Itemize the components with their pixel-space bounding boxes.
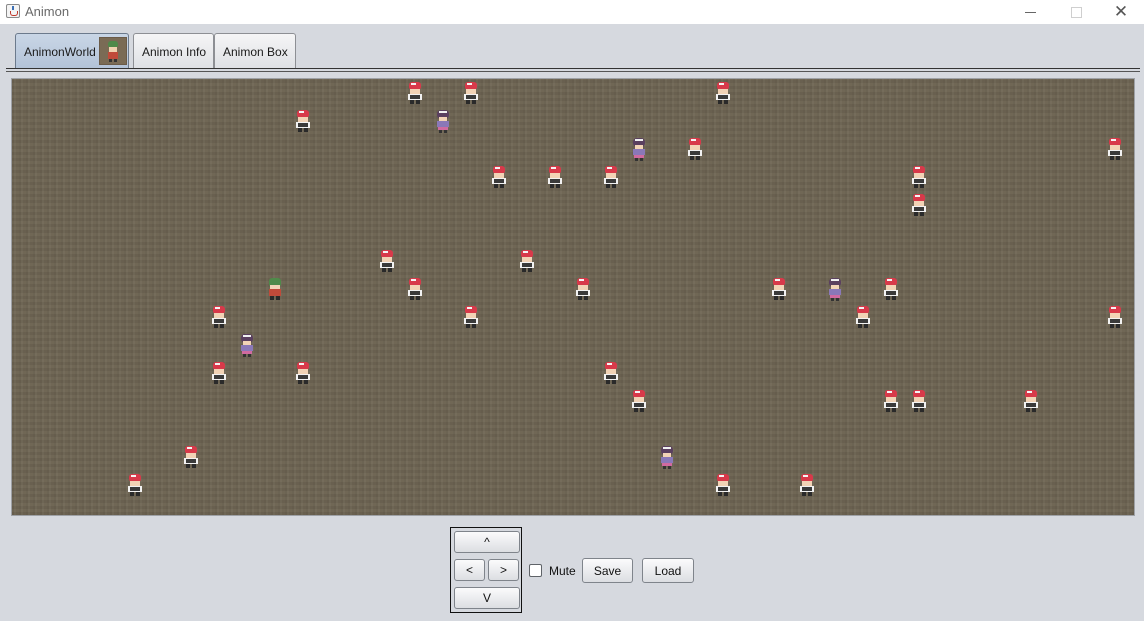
trainer-sprite-red <box>601 360 621 386</box>
save-button[interactable]: Save <box>582 558 633 583</box>
trainer-sprite-red <box>909 164 929 190</box>
trainer-sprite-red <box>881 276 901 302</box>
trainer-sprite-red <box>1105 304 1125 330</box>
trainer-sprite-red <box>853 304 873 330</box>
tab-label: Animon Info <box>142 45 207 59</box>
trainer-sprite-red <box>377 248 397 274</box>
trainer-sprite-red <box>797 472 817 498</box>
trainer-sprite-red <box>713 80 733 106</box>
tab-label: AnimonWorld <box>24 45 96 59</box>
load-button[interactable]: Load <box>642 558 694 583</box>
tab-animon-world[interactable]: AnimonWorld <box>15 33 129 68</box>
trainer-sprite-red <box>1133 304 1134 330</box>
move-right-button[interactable]: > <box>488 559 519 581</box>
mute-checkbox[interactable] <box>529 564 542 577</box>
trainer-sprite-red <box>293 360 313 386</box>
trainer-sprite-red <box>1021 388 1041 414</box>
window-title: Animon <box>25 4 70 19</box>
minimize-icon <box>1025 12 1036 13</box>
trainer-sprite-red <box>181 444 201 470</box>
maximize-button[interactable] <box>1053 0 1099 24</box>
world-map[interactable] <box>11 78 1135 516</box>
mute-label: Mute <box>549 564 576 578</box>
trainer-thumbnail-icon <box>99 37 127 65</box>
tab-label: Animon Box <box>223 45 288 59</box>
trainer-sprite-red <box>545 164 565 190</box>
trainer-sprite-red <box>629 388 649 414</box>
trainer-sprite-red <box>405 276 425 302</box>
tab-divider-lower <box>6 71 1140 72</box>
tab-divider <box>6 68 1140 69</box>
trainer-sprite-red <box>909 192 929 218</box>
java-app-icon <box>6 4 20 18</box>
trainer-sprite-girl <box>1133 416 1134 442</box>
trainer-sprite-red <box>573 276 593 302</box>
trainer-sprite-red <box>881 388 901 414</box>
player-sprite <box>265 276 285 302</box>
trainer-sprite-red <box>125 472 145 498</box>
trainer-sprite-red <box>601 164 621 190</box>
trainer-sprite-red <box>293 108 313 134</box>
close-icon: ✕ <box>1113 2 1129 21</box>
trainer-sprite-red <box>909 388 929 414</box>
trainer-sprite-girl <box>629 136 649 162</box>
tab-animon-info[interactable]: Animon Info <box>133 33 214 68</box>
trainer-sprite-red <box>769 276 789 302</box>
trainer-sprite-red <box>685 136 705 162</box>
trainer-sprite-red <box>209 304 229 330</box>
trainer-sprite-girl <box>433 108 453 134</box>
trainer-sprite-red <box>1105 136 1125 162</box>
trainer-sprite-red <box>209 360 229 386</box>
trainer-sprite-girl <box>657 444 677 470</box>
trainer-sprite-girl <box>825 276 845 302</box>
trainer-sprite-red <box>461 304 481 330</box>
trainer-sprite-red <box>405 80 425 106</box>
move-up-button[interactable]: ^ <box>454 531 520 553</box>
title-bar: Animon ✕ <box>0 0 1144 24</box>
trainer-sprite-girl <box>237 332 257 358</box>
move-down-button[interactable]: V <box>454 587 520 609</box>
minimize-button[interactable] <box>1008 0 1054 24</box>
trainer-sprite-red <box>489 164 509 190</box>
trainer-sprite-red <box>461 80 481 106</box>
tab-animon-box[interactable]: Animon Box <box>214 33 296 68</box>
close-button[interactable]: ✕ <box>1098 0 1144 24</box>
move-left-button[interactable]: < <box>454 559 485 581</box>
trainer-sprite-red <box>517 248 537 274</box>
direction-pad: ^ < > V <box>450 527 522 613</box>
trainer-sprite-red <box>713 472 733 498</box>
maximize-icon <box>1071 7 1082 18</box>
